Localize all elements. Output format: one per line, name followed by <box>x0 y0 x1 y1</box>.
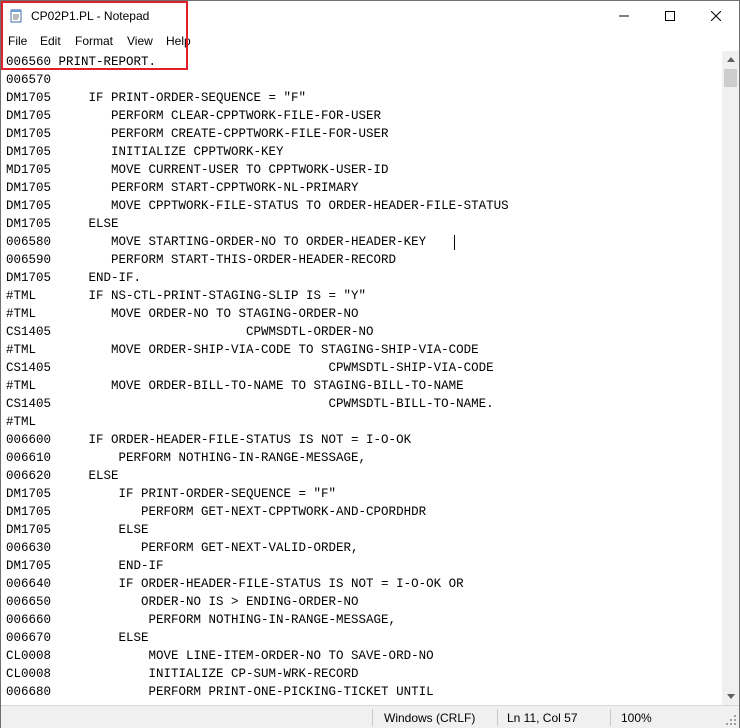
status-encoding: Windows (CRLF) <box>384 711 476 725</box>
text-line: DM1705 MOVE CPPTWORK-FILE-STATUS TO ORDE… <box>6 199 509 213</box>
close-button[interactable] <box>693 1 739 31</box>
text-line: 006630 PERFORM GET-NEXT-VALID-ORDER, <box>6 541 359 555</box>
scroll-up-button[interactable] <box>722 51 739 68</box>
status-divider <box>372 709 373 726</box>
status-divider <box>497 709 498 726</box>
status-bar: Windows (CRLF) Ln 11, Col 57 100% <box>1 705 739 728</box>
text-line: 006600 IF ORDER-HEADER-FILE-STATUS IS NO… <box>6 433 412 447</box>
text-line: 006610 PERFORM NOTHING-IN-RANGE-MESSAGE, <box>6 451 367 465</box>
text-line: 006590 PERFORM START-THIS-ORDER-HEADER-R… <box>6 253 397 267</box>
notepad-window: CP02P1.PL - Notepad File Edit Format Vie… <box>0 0 740 728</box>
status-position: Ln 11, Col 57 <box>507 711 578 725</box>
text-line: 006680 PERFORM PRINT-ONE-PICKING-TICKET … <box>6 685 434 699</box>
text-line: #TML MOVE ORDER-SHIP-VIA-CODE TO STAGING… <box>6 343 479 357</box>
maximize-icon <box>665 11 675 21</box>
chevron-down-icon <box>726 694 735 699</box>
scroll-down-button[interactable] <box>722 688 739 705</box>
text-line: 006640 IF ORDER-HEADER-FILE-STATUS IS NO… <box>6 577 464 591</box>
text-line: DM1705 IF PRINT-ORDER-SEQUENCE = "F" <box>6 91 307 105</box>
text-line: MD1705 MOVE CURRENT-USER TO CPPTWORK-USE… <box>6 163 389 177</box>
text-line: #TML IF NS-CTL-PRINT-STAGING-SLIP IS = "… <box>6 289 367 303</box>
resize-grip-icon[interactable] <box>725 714 737 726</box>
text-line: DM1705 PERFORM CREATE-CPPTWORK-FILE-FOR-… <box>6 127 389 141</box>
text-line: CS1405 CPWMSDTL-SHIP-VIA-CODE <box>6 361 494 375</box>
text-line: #TML <box>6 415 37 429</box>
text-line: 006670 ELSE <box>6 631 149 645</box>
text-line: 006620 ELSE <box>6 469 119 483</box>
text-line: CL0008 MOVE LINE-ITEM-ORDER-NO TO SAVE-O… <box>6 649 434 663</box>
chevron-up-icon <box>726 57 735 62</box>
text-line: DM1705 PERFORM START-CPPTWORK-NL-PRIMARY <box>6 181 359 195</box>
text-line: CS1405 CPWMSDTL-ORDER-NO <box>6 325 374 339</box>
text-line: DM1705 END-IF <box>6 559 164 573</box>
text-line: 006580 MOVE STARTING-ORDER-NO TO ORDER-H… <box>6 235 427 249</box>
close-icon <box>711 11 721 21</box>
vertical-scrollbar[interactable] <box>722 51 739 705</box>
text-caret <box>454 235 455 250</box>
text-line: DM1705 ELSE <box>6 523 149 537</box>
minimize-button[interactable] <box>601 1 647 31</box>
text-line: 006650 ORDER-NO IS > ENDING-ORDER-NO <box>6 595 359 609</box>
scroll-thumb[interactable] <box>724 69 737 87</box>
text-line: DM1705 INITIALIZE CPPTWORK-KEY <box>6 145 284 159</box>
status-divider <box>610 709 611 726</box>
text-line: DM1705 END-IF. <box>6 271 142 285</box>
text-line: CS1405 CPWMSDTL-BILL-TO-NAME. <box>6 397 494 411</box>
text-editor[interactable]: 006560 PRINT-REPORT. 006570 DM1705 IF PRIN… <box>1 51 722 705</box>
text-line: #TML MOVE ORDER-BILL-TO-NAME TO STAGING-… <box>6 379 464 393</box>
text-line: CL0008 INITIALIZE CP-SUM-WRK-RECORD <box>6 667 359 681</box>
text-line: DM1705 PERFORM CLEAR-CPPTWORK-FILE-FOR-U… <box>6 109 382 123</box>
highlight-annotation <box>1 1 188 70</box>
status-zoom: 100% <box>621 711 652 725</box>
minimize-icon <box>619 15 629 17</box>
text-line: 006660 PERFORM NOTHING-IN-RANGE-MESSAGE, <box>6 613 397 627</box>
text-line: 006570 <box>6 73 52 87</box>
text-line: #TML MOVE ORDER-NO TO STAGING-ORDER-NO <box>6 307 359 321</box>
text-line: DM1705 PERFORM GET-NEXT-CPPTWORK-AND-CPO… <box>6 505 427 519</box>
text-line: DM1705 ELSE <box>6 217 119 231</box>
maximize-button[interactable] <box>647 1 693 31</box>
text-line: DM1705 IF PRINT-ORDER-SEQUENCE = "F" <box>6 487 337 501</box>
